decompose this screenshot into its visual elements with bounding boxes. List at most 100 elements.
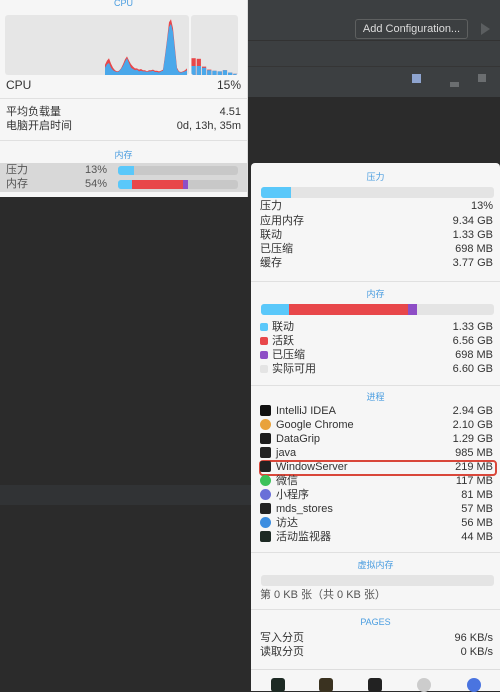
usage-row-value: 698 MB bbox=[455, 243, 493, 255]
process-row-value: 117 MB bbox=[455, 475, 493, 487]
process-row-label: 访达 bbox=[276, 517, 298, 529]
process-row: Google Chrome 2.10 GB bbox=[260, 419, 493, 432]
cpu-bar bbox=[201, 67, 207, 75]
usage-row-label: 应用内存 bbox=[260, 215, 304, 227]
cpu-bar bbox=[228, 72, 233, 75]
process-row: mds_stores 57 MB bbox=[260, 503, 493, 516]
pages-row: 读取分页 0 KB/s bbox=[260, 646, 493, 659]
virtual-memory-bar bbox=[261, 575, 494, 586]
legend-swatch bbox=[260, 323, 268, 331]
process-row: WindowServer 219 MB bbox=[260, 461, 493, 474]
usage-row: 联动 1.33 GB bbox=[260, 229, 493, 242]
pressure-bar bbox=[118, 166, 238, 175]
finder-icon bbox=[260, 517, 271, 528]
memory-row-value: 1.33 GB bbox=[452, 321, 493, 333]
load-value: 4.51 bbox=[219, 106, 241, 118]
cpu-bar bbox=[212, 70, 217, 75]
pressure-bar bbox=[261, 187, 494, 198]
miniprogram-icon bbox=[260, 489, 271, 500]
uptime-label: 电脑开启时间 bbox=[6, 120, 72, 132]
legend-swatch bbox=[260, 365, 268, 373]
process-row: 活动监视器 44 MB bbox=[260, 531, 493, 544]
add-configuration-button[interactable]: Add Configuration... bbox=[355, 19, 468, 39]
usage-row-value: 1.33 GB bbox=[452, 229, 493, 241]
pages-row-label: 读取分页 bbox=[260, 646, 304, 658]
bar-segment bbox=[132, 180, 183, 189]
graph-background bbox=[5, 15, 189, 75]
bar-segment bbox=[261, 304, 289, 315]
process-row-value: 1.29 GB bbox=[452, 433, 493, 445]
app-icon[interactable] bbox=[467, 678, 481, 692]
process-section-title: 进程 bbox=[366, 392, 385, 402]
cpu-bar bbox=[191, 66, 196, 75]
activity-monitor-icon[interactable] bbox=[271, 678, 285, 692]
pressure-value: 13% bbox=[470, 200, 493, 212]
usage-row-value: 9.34 GB bbox=[452, 215, 493, 227]
cpu-panel: CPU CPU 15% 平均负载量 4.51 电脑开启时间 0d, 13h, 35m … bbox=[0, 0, 248, 197]
run-icon[interactable] bbox=[481, 23, 490, 35]
memory-section-title: 内存 bbox=[114, 150, 133, 160]
usage-row: 应用内存 9.34 GB bbox=[260, 215, 493, 228]
cpu-bar bbox=[233, 73, 238, 75]
process-row-value: 81 MB bbox=[461, 489, 493, 501]
terminal-icon bbox=[260, 461, 271, 472]
bar-segment bbox=[118, 180, 133, 189]
pressure-label: 压力 bbox=[260, 200, 282, 212]
memory-row-value: 6.60 GB bbox=[452, 363, 493, 375]
cpu-recent-graph bbox=[191, 15, 238, 75]
usage-row-label: 缓存 bbox=[260, 257, 282, 269]
toolbar-icon[interactable] bbox=[478, 74, 486, 82]
virtual-memory-text: 第 0 KB 张（共 0 KB 张） bbox=[260, 589, 386, 601]
process-row: 小程序 81 MB bbox=[260, 489, 493, 502]
uptime-value: 0d, 13h, 35m bbox=[176, 120, 241, 132]
usage-row: 已压缩 698 MB bbox=[260, 243, 493, 256]
dock-bar bbox=[251, 669, 500, 692]
intellij-icon bbox=[260, 405, 271, 416]
process-row-label: 小程序 bbox=[276, 489, 309, 501]
cpu-bar bbox=[222, 70, 228, 75]
memory-row-label: 活跃 bbox=[272, 335, 294, 347]
usage-row-value: 3.77 GB bbox=[452, 257, 493, 269]
pages-row-value: 96 KB/s bbox=[454, 632, 493, 644]
process-row-label: WindowServer bbox=[276, 461, 348, 473]
console-icon[interactable] bbox=[319, 678, 333, 692]
cpu-label: CPU bbox=[6, 78, 32, 92]
pressure-section-title: 压力 bbox=[366, 172, 385, 182]
memory-section-title: 内存 bbox=[366, 289, 385, 299]
memory-detail-panel: 压力 压力 13% 内存 进程 虚拟内存 第 0 KB 张（共 0 KB 张） P… bbox=[251, 163, 500, 692]
toolbar-icon[interactable] bbox=[450, 82, 459, 87]
memory-row-value: 6.56 GB bbox=[452, 335, 493, 347]
memory-row-label: 实际可用 bbox=[272, 363, 316, 375]
automator-icon[interactable] bbox=[417, 678, 431, 692]
terminal-icon[interactable] bbox=[368, 678, 382, 692]
process-row-value: 56 MB bbox=[461, 517, 493, 529]
cpu-value: 15% bbox=[216, 78, 241, 92]
process-row-value: 57 MB bbox=[461, 503, 493, 515]
legend-swatch bbox=[260, 337, 268, 345]
terminal-icon bbox=[260, 503, 271, 514]
memory-row: 活跃 6.56 GB bbox=[260, 335, 493, 348]
process-row: IntelliJ IDEA 2.94 GB bbox=[260, 405, 493, 418]
process-row: java 985 MB bbox=[260, 447, 493, 460]
pressure-label: 压力 bbox=[6, 164, 28, 176]
editor-band bbox=[0, 485, 251, 505]
load-label: 平均负载量 bbox=[6, 106, 61, 118]
wechat-icon bbox=[260, 475, 271, 486]
memory-bar bbox=[118, 180, 238, 189]
terminal-icon bbox=[260, 447, 271, 458]
cpu-bar bbox=[196, 66, 201, 75]
process-row-value: 2.10 GB bbox=[452, 419, 493, 431]
bar-segment bbox=[261, 187, 292, 198]
pages-row-value: 0 KB/s bbox=[460, 646, 493, 658]
toolbar-icon[interactable] bbox=[412, 74, 421, 83]
cpu-history-graph bbox=[5, 15, 189, 75]
usage-row-label: 已压缩 bbox=[260, 243, 293, 255]
pages-row-label: 写入分页 bbox=[260, 632, 304, 644]
process-row-label: Google Chrome bbox=[276, 419, 354, 431]
chrome-icon bbox=[260, 419, 271, 430]
process-row-value: 219 MB bbox=[455, 461, 493, 473]
activity-monitor-icon bbox=[260, 531, 271, 542]
usage-row: 缓存 3.77 GB bbox=[260, 257, 493, 270]
process-row: 访达 56 MB bbox=[260, 517, 493, 530]
process-row-label: IntelliJ IDEA bbox=[276, 405, 336, 417]
